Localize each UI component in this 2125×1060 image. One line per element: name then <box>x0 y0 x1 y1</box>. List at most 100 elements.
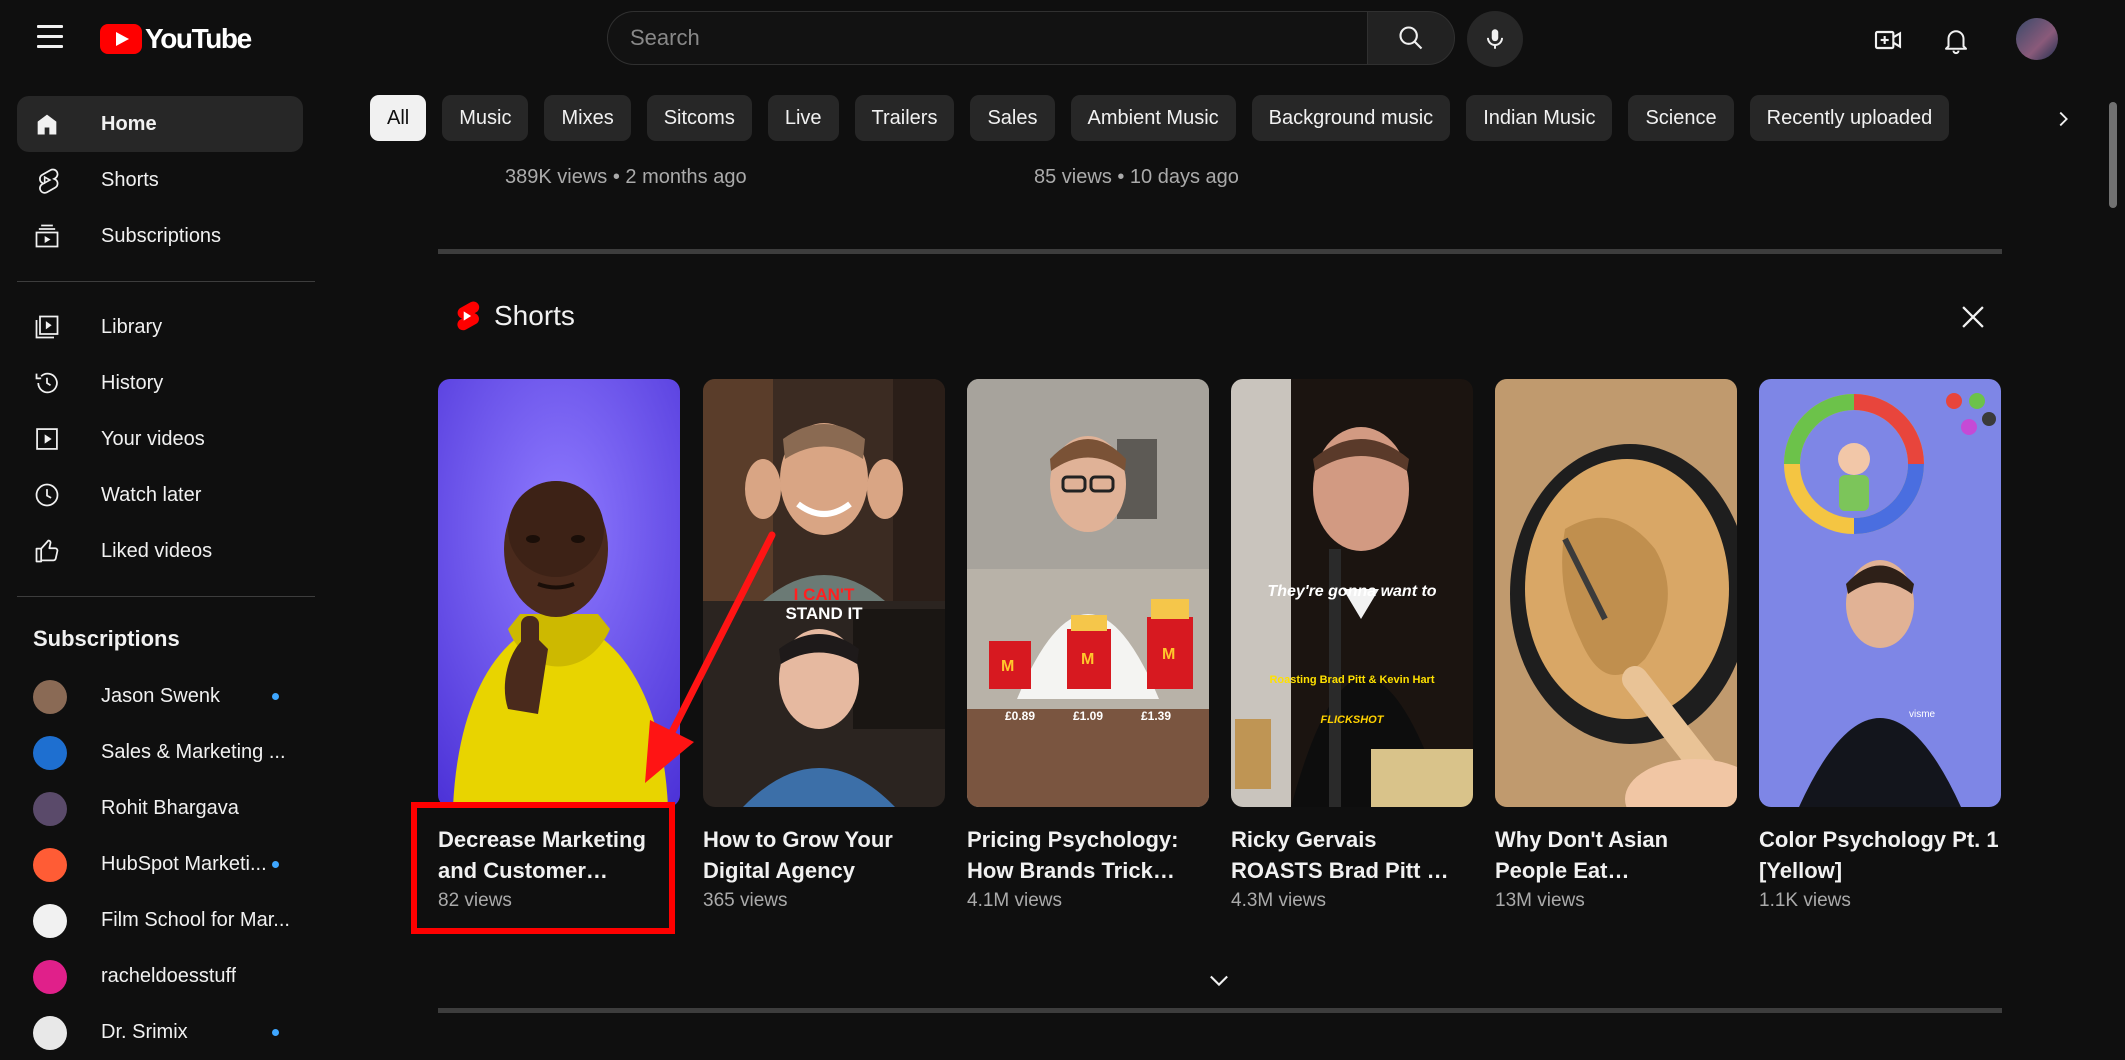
sidebar-item-home[interactable]: Home <box>17 96 303 152</box>
short-thumbnail[interactable]: I CAN'T STAND IT <box>703 379 945 807</box>
short-views: 365 views <box>703 890 788 911</box>
channel-name: racheldoesstuff <box>101 964 237 987</box>
filter-chips-bar: All Music Mixes Sitcoms Live Trailers Sales Amb… <box>370 95 1950 141</box>
sidebar-item-liked-videos[interactable]: Liked videos <box>17 523 303 579</box>
filter-chip[interactable]: All <box>370 95 427 141</box>
thumbnail-overlay-text: I CAN'T STAND IT <box>703 585 945 623</box>
search-button[interactable] <box>1367 11 1455 65</box>
microphone-icon <box>1486 29 1504 49</box>
thumbnail-subcaption: Roasting Brad Pitt & Kevin Hart <box>1269 674 1435 686</box>
subscription-channel[interactable]: HubSpot Marketi... <box>17 836 303 892</box>
filter-chip[interactable]: Mixes <box>544 95 631 141</box>
thumbnail-caption: They're gonna want to <box>1267 583 1437 600</box>
create-button[interactable] <box>1868 20 1908 60</box>
sidebar-item-your-videos[interactable]: Your videos <box>17 411 303 467</box>
top-bar: YouTube <box>0 0 2125 78</box>
short-thumbnail[interactable]: They're gonna want to Roasting Brad Pitt… <box>1231 379 1473 807</box>
search-icon <box>1399 26 1423 50</box>
sidebar-divider <box>17 281 315 282</box>
channel-avatar <box>33 792 67 826</box>
channel-avatar <box>33 1016 67 1050</box>
sidebar-item-shorts[interactable]: Shorts <box>17 152 303 208</box>
short-thumbnail[interactable] <box>438 379 680 807</box>
svg-text:M: M <box>1001 658 1014 675</box>
shorts-icon <box>39 168 59 194</box>
history-icon <box>35 372 58 394</box>
search-input[interactable] <box>607 11 1367 65</box>
price-label: £0.89 <box>1005 709 1036 723</box>
short-views: 13M views <box>1495 890 1585 911</box>
youtube-logo[interactable]: YouTube <box>100 22 252 56</box>
home-icon <box>37 114 57 135</box>
filter-chip[interactable]: Sales <box>970 95 1055 141</box>
new-content-dot <box>272 693 279 700</box>
filter-chip[interactable]: Science <box>1628 95 1734 141</box>
short-thumbnail[interactable] <box>1495 379 1737 807</box>
video-metadata: 389K views • 2 months ago <box>505 166 747 188</box>
subscription-channel[interactable]: Rohit Bhargava <box>17 780 303 836</box>
sidebar-item-label: Library <box>101 315 163 338</box>
sidebar-item-watch-later[interactable]: Watch later <box>17 467 303 523</box>
subscription-channel[interactable]: racheldoesstuff <box>17 948 303 1004</box>
clock-icon <box>35 483 59 507</box>
channel-avatar <box>33 960 67 994</box>
sidebar-item-subscriptions[interactable]: Subscriptions <box>17 208 303 264</box>
sidebar-item-history[interactable]: History <box>17 355 303 411</box>
chevron-down-icon <box>1210 975 1228 987</box>
short-title[interactable]: Pricing Psychology: How Brands Trick… <box>967 824 1209 886</box>
filter-chip[interactable]: Indian Music <box>1466 95 1613 141</box>
filter-chip[interactable]: Background music <box>1251 95 1451 141</box>
short-card[interactable]: I CAN'T STAND IT How to Grow Your Digita… <box>703 379 945 912</box>
logo-text: YouTube <box>145 23 252 54</box>
notifications-button[interactable] <box>1936 20 1976 60</box>
subscription-channel[interactable]: Jason Swenk <box>17 668 303 724</box>
short-views: 4.1M views <box>967 890 1063 911</box>
short-card[interactable]: visme Color Psychology Pt. 1 [Yellow] 1.… <box>1759 379 2001 912</box>
bell-icon <box>1945 30 1967 55</box>
short-title[interactable]: Why Don't Asian People Eat… <box>1495 824 1737 886</box>
dismiss-shorts-button[interactable] <box>1956 300 1990 334</box>
thumbs-up-icon <box>35 539 59 563</box>
short-thumbnail[interactable]: M M M £0.89 £1.09 £1.39 <box>967 379 1209 807</box>
price-label: £1.39 <box>1141 709 1172 723</box>
chevron-right-icon <box>2059 111 2068 127</box>
menu-icon[interactable] <box>32 25 68 53</box>
filter-chip[interactable]: Ambient Music <box>1070 95 1236 141</box>
sidebar-item-label: Your videos <box>101 427 205 450</box>
filter-chip[interactable]: Recently uploaded <box>1749 95 1950 141</box>
annotation-highlight-box <box>411 802 675 934</box>
search-bar <box>607 11 1455 67</box>
filter-chip[interactable]: Music <box>442 95 529 141</box>
sidebar-item-library[interactable]: Library <box>17 299 303 355</box>
chips-next-button[interactable] <box>2040 96 2086 142</box>
short-card[interactable]: Why Don't Asian People Eat… 13M views <box>1495 379 1737 912</box>
subscription-channel[interactable]: Sales & Marketing ... <box>17 724 303 780</box>
your-videos-icon <box>36 428 58 450</box>
shorts-shelf-header: Shorts <box>452 298 575 334</box>
video-metadata: 85 views • 10 days ago <box>1034 166 1239 188</box>
svg-text:M: M <box>1162 646 1175 663</box>
show-more-shorts-button[interactable] <box>1205 966 1233 994</box>
filter-chip[interactable]: Trailers <box>854 95 955 141</box>
youtube-play-icon <box>100 24 142 54</box>
scrollbar-thumb[interactable] <box>2109 102 2117 208</box>
sidebar-divider <box>17 596 315 597</box>
short-card[interactable]: M M M £0.89 £1.09 £1.39 Pricing Psycholo… <box>967 379 1209 912</box>
subscription-channel[interactable]: Film School for Mar... <box>17 892 303 948</box>
sidebar-item-label: Watch later <box>101 483 202 506</box>
filter-chip[interactable]: Live <box>767 95 839 141</box>
subscription-channel[interactable]: Dr. Srimix <box>17 1004 303 1060</box>
channel-name: HubSpot Marketi... <box>101 852 267 875</box>
short-thumbnail[interactable]: visme <box>1759 379 2001 807</box>
sidebar-item-label: Shorts <box>101 168 159 191</box>
filter-chip[interactable]: Sitcoms <box>646 95 752 141</box>
account-avatar[interactable] <box>2016 18 2058 60</box>
channel-avatar <box>33 848 67 882</box>
channel-name: Jason Swenk <box>101 684 220 707</box>
short-card[interactable]: They're gonna want to Roasting Brad Pitt… <box>1231 379 1473 912</box>
short-title[interactable]: How to Grow Your Digital Agency <box>703 824 945 886</box>
short-views: 4.3M views <box>1231 890 1327 911</box>
voice-search-button[interactable] <box>1467 11 1523 67</box>
short-title[interactable]: Ricky Gervais ROASTS Brad Pitt … <box>1231 824 1473 886</box>
short-title[interactable]: Color Psychology Pt. 1 [Yellow] <box>1759 824 2001 886</box>
